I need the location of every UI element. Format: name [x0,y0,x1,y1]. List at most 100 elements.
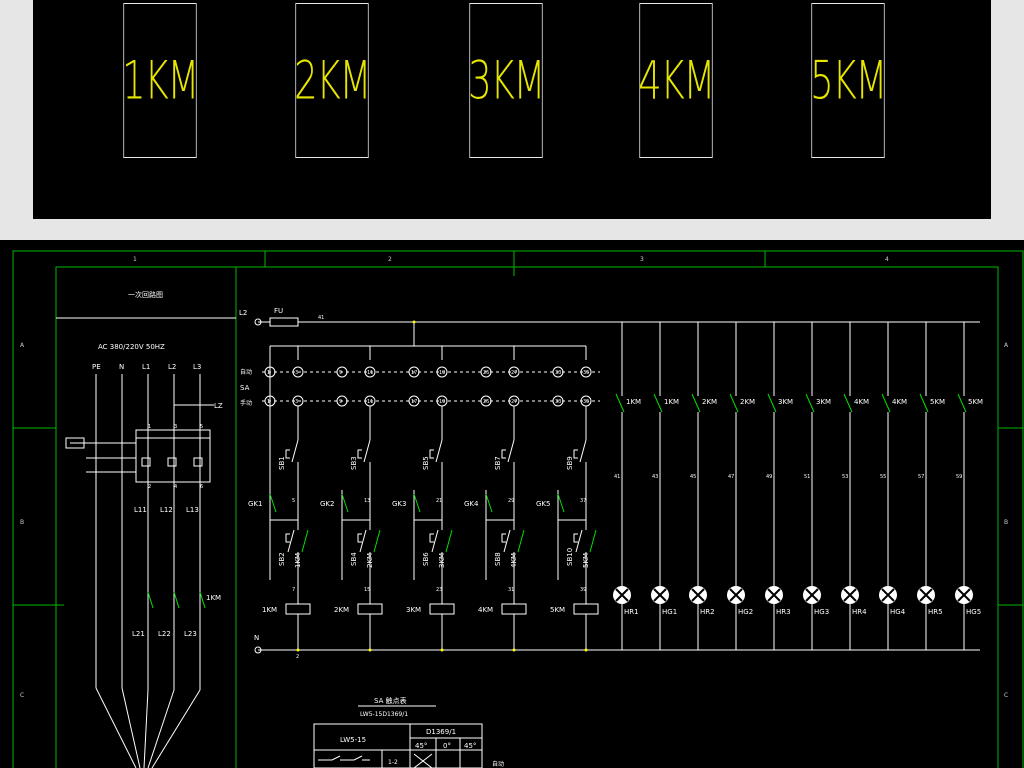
term-2: 2 [148,484,151,490]
l13-label: L13 [186,506,199,514]
wire-mid-label: 29 [508,498,514,504]
primary-circuit [56,317,236,768]
wire-low-label: 7 [292,587,295,593]
lamp-contact-label: 4KM [892,398,907,406]
coil [285,603,311,615]
phase-l1: L1 [142,363,150,371]
sa-contact-number: 33 [555,399,561,405]
sb-bottom-label: SB4 [350,552,358,566]
phase-l2: L2 [168,363,176,371]
km-aux-switch [445,529,453,553]
junction-dot [368,648,372,652]
lamp-wire-label: 45 [690,474,696,480]
lamp-wire-label: 47 [728,474,734,480]
km-aux-switch [517,529,525,553]
sb-contact [359,529,367,553]
lamp-wire-label: 49 [766,474,772,480]
sb-contact [507,439,515,463]
control-labels: L2 FU 41 自动 SA 手动 N 2 [239,307,324,660]
sa-contact-number: 27 [511,370,517,376]
sb-actuator [501,533,506,543]
sb-actuator [573,533,578,543]
coil [429,603,455,615]
l2-label: L2 [239,309,247,317]
km-box-5: 5KM [810,3,888,158]
lamp-contact [881,393,891,413]
grid-col-1: 1 [133,256,137,263]
lamp-contact-label: 1KM [664,398,679,406]
fu-label: FU [274,307,283,315]
sb-top-label: SB3 [350,456,358,470]
lamp-contact-label: 2KM [740,398,755,406]
gk-label: GK1 [248,500,262,508]
sb-actuator [357,449,362,459]
coil [501,603,527,615]
sa-side-label: 自动 [492,760,504,768]
lamp-label: HR1 [624,608,639,616]
auto-label: 自动 [240,368,252,376]
lamp-wire-label: 55 [880,474,886,480]
sa-label: SA [240,384,250,392]
sa-contact-number: 19 [439,370,445,376]
phase-l3: L3 [193,363,201,371]
phase-n: N [119,363,124,371]
km-box-3: 3KM [468,3,546,158]
grid-row-b-right: B [1004,519,1008,526]
km-aux-switch [373,529,381,553]
km-aux-switch [589,529,597,553]
wire-low-label: 39 [580,587,586,593]
grid-row-c: C [20,692,24,699]
grid-row-c-right: C [1004,692,1008,699]
sa-table-header-right: D1369/1 [426,728,456,736]
lamp-contact-label: 3KM [778,398,793,406]
lamp-label: HG5 [966,608,981,616]
sb-actuator [429,449,434,459]
sa-contact-number: 17 [411,399,417,405]
l11-label: L11 [134,506,147,514]
sb-actuator [285,449,290,459]
wire-mid-label: 37 [580,498,586,504]
grid-row-a-right: A [1004,342,1009,349]
primary-title: 一次回路图 [128,290,163,299]
bottom-terminal-label: 2 [296,654,299,660]
sb-contact [363,439,371,463]
sb-bottom-label: SB10 [566,548,574,566]
phase-pe: PE [92,363,101,371]
schematic-drawing: 1 2 3 4 A B C A B C 一次回路图 AC 380/220V 50… [12,250,1024,768]
sb-top-label: SB5 [422,456,430,470]
lamp-wire-label: 53 [842,474,848,480]
lamp-contact [767,393,777,413]
lamp-contact [919,393,929,413]
sa-contact-number: 35 [583,370,589,376]
lamp-contact [843,393,853,413]
coil-label: 5KM [550,606,565,614]
sb-top-label: SB1 [278,456,286,470]
wire-low-label: 31 [508,587,514,593]
lamp-contact [805,393,815,413]
sa-contact-number: 27 [511,399,517,405]
sa-contact-number: 1 [267,399,270,405]
lamp-contact-label: 5KM [968,398,983,406]
junction-dot [584,648,588,652]
grid-row-b: B [20,519,24,526]
junction-dot [412,320,416,324]
sa-contact-number: 9 [339,399,342,405]
sa-contact-number: 25 [483,399,489,405]
wire-mid-label: 21 [436,498,442,504]
sa-table-header-left: LW5-15 [340,736,366,744]
sb-contact [287,529,295,553]
coil [573,603,599,615]
lamp-wire-label: 43 [652,474,658,480]
grid-col-4: 4 [885,256,889,263]
sa-table-labels: SA 触点表 LW5-15D1369/1 LW5-15 D1369/1 45° … [340,696,504,768]
sb-bottom-label: SB6 [422,552,430,566]
term-1: 1 [148,424,151,430]
lamp-wire-label: 59 [956,474,962,480]
sb-contact [291,439,299,463]
sa-angle-1: 45° [415,742,427,750]
gk-switch [413,493,421,513]
control-branches: 1 3 9 11 17 19 25 27 33 351 3 9 11 17 19 25 27 33 35SB1GK1… [248,320,600,652]
wire-mid-label: 13 [364,498,370,504]
sb-contact [575,529,583,553]
sb-actuator [501,449,506,459]
